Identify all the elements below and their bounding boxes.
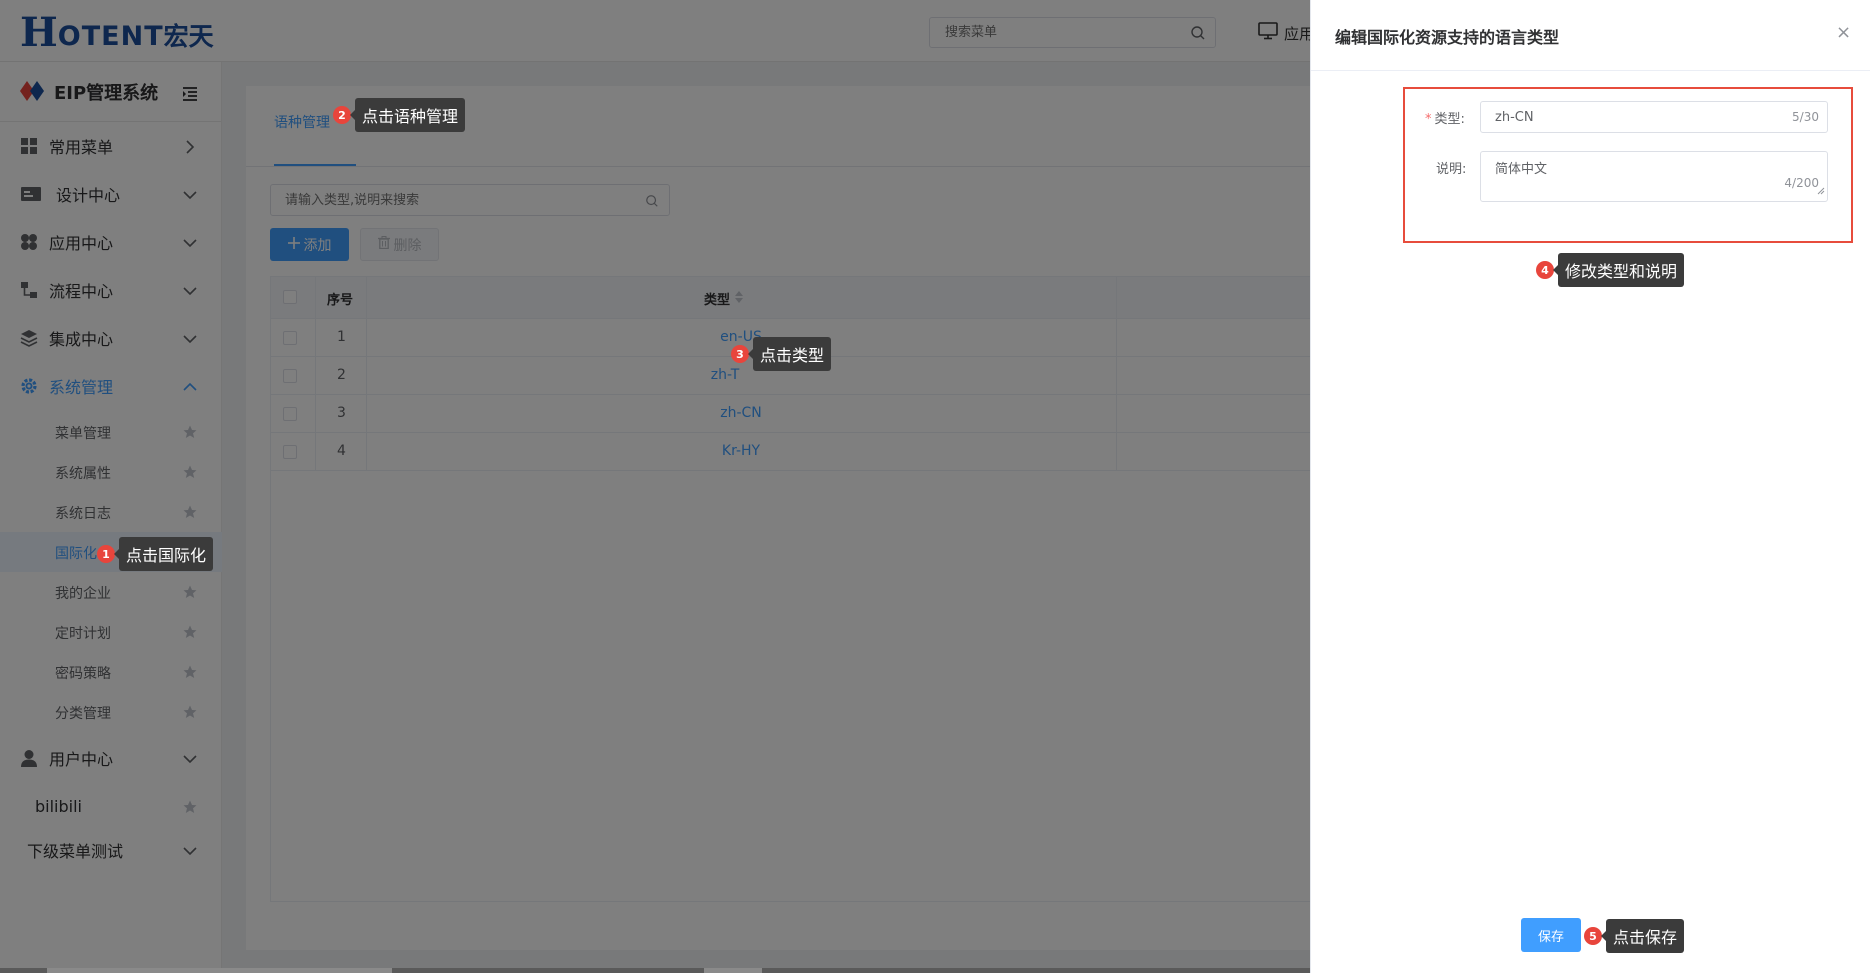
type-input[interactable] <box>1481 102 1761 132</box>
save-button-label: 保存 <box>1537 929 1564 945</box>
bottom-strip-segment <box>47 968 392 973</box>
drawer-divider <box>1311 70 1870 71</box>
type-field-label: * 类型: <box>1425 108 1465 127</box>
step-tip: 点击国际化 <box>113 537 214 571</box>
bottom-strip-segment <box>704 968 762 973</box>
required-mark: * <box>1425 112 1432 127</box>
desc-field: 简体中文 4/200 <box>1480 151 1828 202</box>
type-field: 5/30 <box>1480 101 1828 133</box>
edit-language-drawer: 编辑国际化资源支持的语言类型 × *类型: 5/30 说明: 简体中文 4/20… <box>1310 0 1870 973</box>
type-char-count: 5/30 <box>1792 110 1819 124</box>
step-tip: 点击保存 <box>1600 919 1685 953</box>
save-button[interactable]: 保存 <box>1521 918 1581 952</box>
desc-char-count: 4/200 <box>1784 176 1819 190</box>
step-badge-4: 4 修改类型和说明 <box>1536 253 1685 287</box>
desc-textarea[interactable]: 简体中文 <box>1481 152 1811 200</box>
resize-handle-icon[interactable] <box>1817 180 1825 199</box>
step-tip: 点击类型 <box>747 337 832 371</box>
bottom-strip <box>0 968 1310 973</box>
step-number: 4 <box>1536 261 1554 279</box>
step-number: 5 <box>1584 927 1602 945</box>
step-badge-1: 1 点击国际化 <box>97 537 214 571</box>
step-number: 2 <box>333 106 351 124</box>
step-number: 1 <box>97 545 115 563</box>
step-tip: 点击语种管理 <box>349 98 466 132</box>
step-number: 3 <box>731 345 749 363</box>
step-badge-2: 2 点击语种管理 <box>333 98 466 132</box>
drawer-title: 编辑国际化资源支持的语言类型 <box>1335 28 1560 47</box>
step-tip: 修改类型和说明 <box>1552 253 1685 287</box>
close-icon[interactable]: × <box>1836 22 1851 43</box>
type-label-text: 类型: <box>1434 112 1465 127</box>
step-badge-5: 5 点击保存 <box>1584 919 1685 953</box>
step-badge-3: 3 点击类型 <box>731 337 832 371</box>
desc-field-label: 说明: <box>1436 162 1467 177</box>
